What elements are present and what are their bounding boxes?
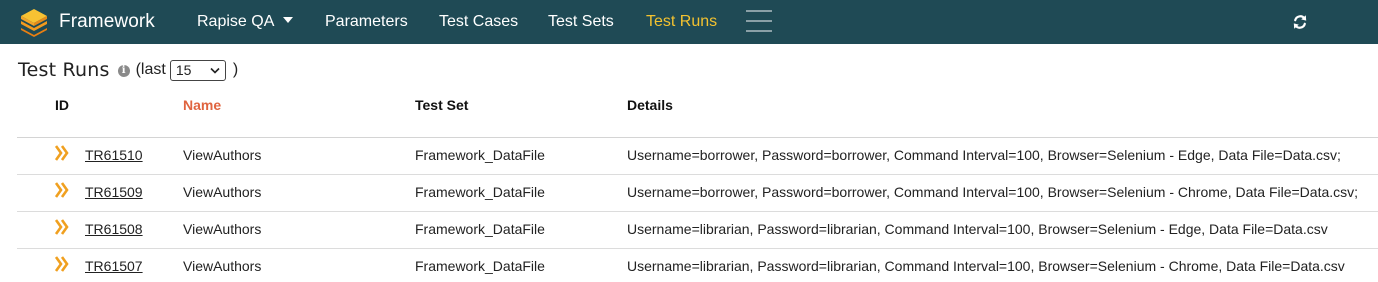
test-run-details: Username=librarian, Password=librarian, … xyxy=(627,258,1345,274)
column-header-details[interactable]: Details xyxy=(627,97,673,113)
test-run-id-link[interactable]: TR61509 xyxy=(85,175,143,211)
test-run-name: ViewAuthors xyxy=(183,184,262,200)
last-label: (last xyxy=(135,61,166,78)
test-run-details: Username=borrower, Password=borrower, Co… xyxy=(627,147,1341,163)
test-run-icon xyxy=(54,182,71,198)
brand[interactable]: Framework xyxy=(18,4,155,40)
nav-rapise-qa-label: Rapise QA xyxy=(197,13,275,30)
test-run-icon xyxy=(54,219,71,235)
nav-test-sets[interactable]: Test Sets xyxy=(548,0,614,44)
test-run-name: ViewAuthors xyxy=(183,258,262,274)
close-paren: ) xyxy=(232,61,239,78)
info-icon[interactable]: i xyxy=(117,65,130,77)
nav-parameters[interactable]: Parameters xyxy=(325,0,408,44)
test-run-details: Username=librarian, Password=librarian, … xyxy=(627,221,1328,237)
column-header-test-set[interactable]: Test Set xyxy=(415,97,468,113)
page-header: Test Runs i (last 15 ) xyxy=(18,58,238,82)
test-run-icon xyxy=(54,145,71,161)
chevron-down-icon xyxy=(210,67,220,74)
table-row: TR61508 ViewAuthors Framework_DataFile U… xyxy=(17,212,1378,249)
test-run-test-set: Framework_DataFile xyxy=(415,147,545,163)
test-run-test-set: Framework_DataFile xyxy=(415,184,545,200)
last-count-value: 15 xyxy=(175,62,192,78)
nav-test-cases[interactable]: Test Cases xyxy=(439,0,518,44)
test-run-test-set: Framework_DataFile xyxy=(415,258,545,274)
test-run-icon xyxy=(54,256,71,272)
caret-down-icon xyxy=(283,16,294,23)
table-row: TR61507 ViewAuthors Framework_DataFile U… xyxy=(17,249,1378,282)
test-run-id-link[interactable]: TR61510 xyxy=(85,138,143,174)
page-title: Test Runs xyxy=(18,59,110,81)
nav-test-runs[interactable]: Test Runs xyxy=(646,0,717,44)
brand-logo-icon xyxy=(18,6,50,38)
test-run-details: Username=borrower, Password=borrower, Co… xyxy=(627,184,1359,200)
refresh-icon[interactable] xyxy=(1291,13,1309,31)
last-count-select[interactable]: 15 xyxy=(169,59,226,81)
column-header-name[interactable]: Name xyxy=(183,97,221,113)
test-run-id-link[interactable]: TR61507 xyxy=(85,249,143,282)
hamburger-menu-icon[interactable] xyxy=(746,10,772,32)
test-run-id-link[interactable]: TR61508 xyxy=(85,212,143,248)
table-row: TR61510 ViewAuthors Framework_DataFile U… xyxy=(17,138,1378,175)
top-navbar: Framework Rapise QA Parameters Test Case… xyxy=(0,0,1378,44)
test-run-name: ViewAuthors xyxy=(183,221,262,237)
test-run-test-set: Framework_DataFile xyxy=(415,221,545,237)
column-header-id[interactable]: ID xyxy=(55,97,69,113)
brand-name: Framework xyxy=(59,11,155,32)
nav-rapise-qa-dropdown[interactable]: Rapise QA xyxy=(197,0,294,44)
test-run-name: ViewAuthors xyxy=(183,147,262,163)
table-row: TR61509 ViewAuthors Framework_DataFile U… xyxy=(17,175,1378,212)
